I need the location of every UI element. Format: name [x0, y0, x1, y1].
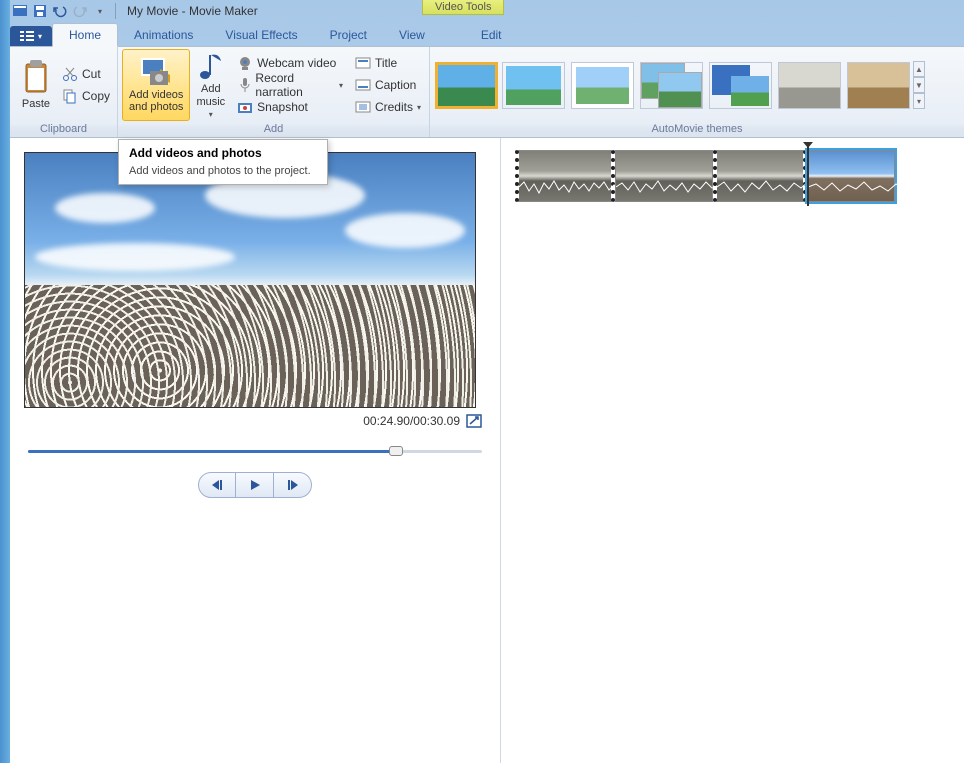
caption-button[interactable]: Caption — [351, 74, 425, 96]
add-videos-photos-label: Add videos and photos — [129, 89, 183, 113]
caption-label: Caption — [375, 78, 416, 92]
qat-dropdown-icon[interactable]: ▾ — [92, 3, 108, 19]
contextual-tab-label: Video Tools — [422, 0, 504, 15]
ribbon-tabs: ▾ Home Animations Visual Effects Project… — [0, 22, 964, 46]
dropdown-arrow-icon: ▾ — [417, 103, 421, 112]
snapshot-button[interactable]: Snapshot — [233, 96, 347, 118]
tab-visual-effects[interactable]: Visual Effects — [209, 24, 313, 46]
play-button[interactable] — [236, 472, 274, 498]
quick-access-customize-icon[interactable] — [12, 3, 28, 19]
group-clipboard: Paste Cut Copy Clipboard — [10, 47, 118, 137]
slider-thumb[interactable] — [389, 446, 403, 456]
timeline-strip — [515, 150, 950, 202]
record-narration-label: Record narration — [255, 71, 335, 99]
timeline-pane[interactable] — [500, 138, 964, 763]
separator — [115, 3, 116, 19]
title-icon — [355, 55, 371, 71]
audio-waveform-icon — [519, 179, 619, 195]
automovie-theme-7[interactable] — [847, 62, 910, 109]
video-photo-icon — [140, 57, 172, 87]
tab-view[interactable]: View — [383, 24, 441, 46]
undo-icon[interactable] — [52, 3, 68, 19]
tooltip-description: Add videos and photos to the project. — [129, 164, 317, 178]
audio-waveform-icon — [616, 179, 716, 195]
timeline-clip[interactable] — [515, 150, 615, 202]
add-videos-photos-button[interactable]: Add videos and photos — [122, 49, 190, 121]
snapshot-icon — [237, 99, 253, 115]
preview-player[interactable] — [24, 152, 476, 408]
automovie-theme-2[interactable] — [502, 62, 565, 109]
group-automovie-label: AutoMovie themes — [430, 123, 964, 137]
music-note-icon — [197, 51, 225, 81]
list-icon — [20, 30, 34, 42]
preview-time: 00:24.90/00:30.09 — [363, 414, 460, 428]
audio-waveform-icon — [808, 179, 908, 195]
add-music-button[interactable]: Add music ▾ — [190, 49, 231, 121]
window-left-edge — [0, 0, 10, 763]
dropdown-arrow-icon: ▾ — [209, 110, 213, 119]
playback-controls — [24, 472, 486, 498]
gallery-down-button[interactable]: ▼ — [913, 77, 925, 93]
snapshot-label: Snapshot — [257, 100, 308, 114]
gallery-more-button[interactable]: ▾ — [913, 93, 925, 109]
credits-label: Credits — [375, 100, 413, 114]
next-frame-button[interactable] — [274, 472, 312, 498]
tab-edit[interactable]: Edit — [465, 24, 518, 46]
previous-frame-button[interactable] — [198, 472, 236, 498]
copy-button[interactable]: Copy — [58, 85, 114, 107]
credits-icon — [355, 99, 371, 115]
fullscreen-icon[interactable] — [466, 414, 482, 428]
clipboard-icon — [20, 60, 52, 96]
ribbon: Paste Cut Copy Clipboard Add videos and … — [10, 46, 964, 138]
group-add-label: Add — [118, 123, 429, 137]
gallery-up-button[interactable]: ▲ — [913, 61, 925, 77]
tab-home[interactable]: Home — [52, 23, 118, 47]
timeline-clip-selected[interactable] — [807, 150, 895, 202]
slider-fill — [28, 450, 396, 453]
paste-label: Paste — [22, 98, 50, 110]
scissors-icon — [62, 66, 78, 82]
group-automovie: ▲ ▼ ▾ AutoMovie themes — [430, 47, 964, 137]
automovie-gallery-scroll: ▲ ▼ ▾ — [913, 59, 927, 111]
group-clipboard-label: Clipboard — [10, 123, 117, 137]
microphone-icon — [237, 77, 251, 93]
tooltip-title: Add videos and photos — [129, 146, 317, 160]
workarea: 00:24.90/00:30.09 — [10, 138, 964, 763]
file-tab[interactable]: ▾ — [10, 26, 52, 46]
group-add: Add videos and photos Add music ▾ Webcam… — [118, 47, 430, 137]
dropdown-arrow-icon: ▾ — [339, 81, 343, 90]
window-title: My Movie - Movie Maker — [127, 4, 258, 18]
add-music-label: Add music — [196, 83, 225, 107]
automovie-theme-6[interactable] — [778, 62, 841, 109]
preview-pane: 00:24.90/00:30.09 — [10, 138, 500, 763]
record-narration-button[interactable]: Record narration ▾ — [233, 74, 347, 96]
title-button[interactable]: Title — [351, 52, 425, 74]
automovie-theme-4[interactable] — [640, 62, 703, 109]
timeline-clip[interactable] — [713, 150, 807, 202]
tab-animations[interactable]: Animations — [118, 24, 209, 46]
save-icon[interactable] — [32, 3, 48, 19]
webcam-video-label: Webcam video — [257, 56, 336, 70]
preview-seek-slider[interactable] — [28, 442, 482, 460]
webcam-icon — [237, 55, 253, 71]
credits-button[interactable]: Credits ▾ — [351, 96, 425, 118]
timeline-playhead[interactable] — [804, 146, 812, 206]
tab-project[interactable]: Project — [314, 24, 383, 46]
automovie-theme-3[interactable] — [571, 62, 634, 109]
copy-icon — [62, 88, 78, 104]
audio-waveform-icon — [717, 179, 817, 195]
tooltip-add-videos-photos: Add videos and photos Add videos and pho… — [118, 139, 328, 185]
title-label: Title — [375, 56, 397, 70]
automovie-theme-5[interactable] — [709, 62, 772, 109]
redo-icon[interactable] — [72, 3, 88, 19]
paste-button[interactable]: Paste — [14, 49, 58, 121]
timeline-clip[interactable] — [615, 150, 713, 202]
copy-label: Copy — [82, 89, 110, 103]
caption-icon — [355, 77, 371, 93]
cut-button[interactable]: Cut — [58, 63, 114, 85]
automovie-theme-1[interactable] — [435, 62, 498, 109]
cut-label: Cut — [82, 67, 101, 81]
